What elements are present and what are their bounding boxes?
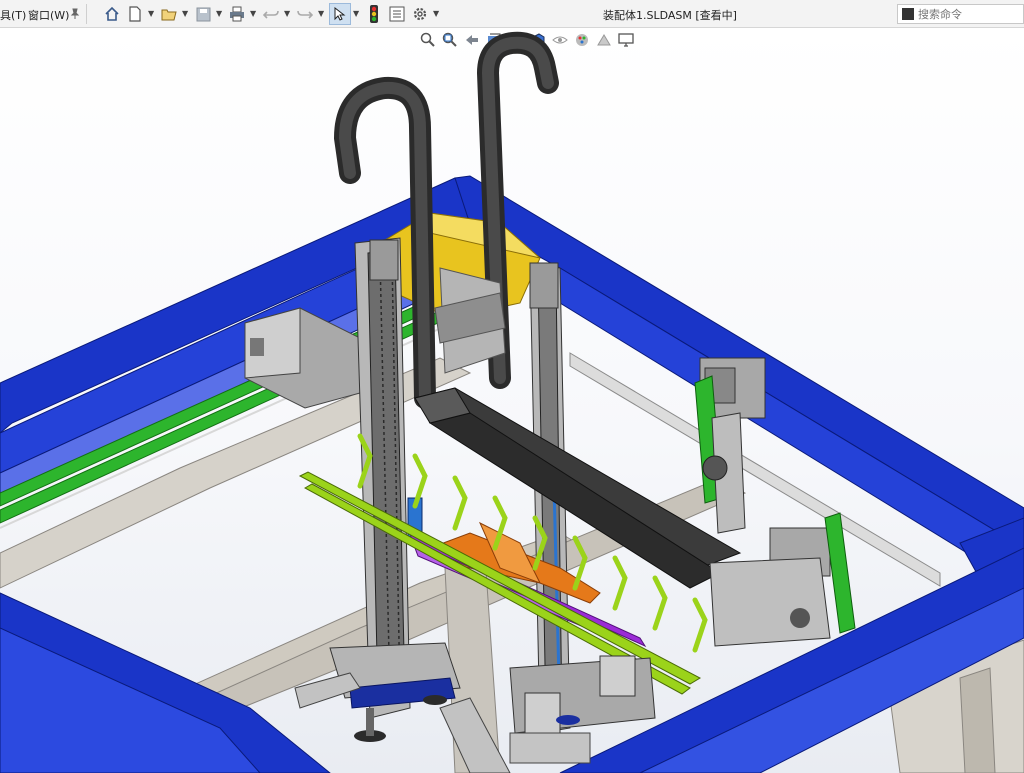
chevron-down-icon[interactable]: ▼ xyxy=(216,9,222,18)
graphics-viewport[interactable] xyxy=(0,28,1024,773)
print-icon[interactable] xyxy=(226,3,248,25)
open-file-icon[interactable] xyxy=(158,3,180,25)
title-bar: 具(T) 窗口(W) ▼ ▼ ▼ ▼ ▼ ▼ ▼ ▼ 装配体1.SLDASM [… xyxy=(0,0,1024,28)
options-gear-icon[interactable] xyxy=(409,3,431,25)
chevron-down-icon[interactable]: ▼ xyxy=(250,9,256,18)
document-title: 装配体1.SLDASM [查看中] xyxy=(603,9,737,22)
redo-icon[interactable] xyxy=(294,3,316,25)
command-prompt-icon xyxy=(902,8,914,20)
search-box[interactable] xyxy=(897,4,1024,24)
new-document-icon[interactable] xyxy=(124,3,146,25)
pin-icon[interactable] xyxy=(64,3,86,25)
menu-tools[interactable]: 具(T) xyxy=(0,7,26,23)
rebuild-traffic-light-icon[interactable] xyxy=(363,3,385,25)
gripper-assembly-left xyxy=(329,642,461,742)
chevron-down-icon[interactable]: ▼ xyxy=(318,9,324,18)
chevron-down-icon[interactable]: ▼ xyxy=(182,9,188,18)
belt-drive-lower-right xyxy=(709,512,856,647)
chevron-down-icon[interactable]: ▼ xyxy=(353,9,359,18)
file-properties-icon[interactable] xyxy=(386,3,408,25)
undo-icon[interactable] xyxy=(260,3,282,25)
chevron-down-icon[interactable]: ▼ xyxy=(148,9,154,18)
chevron-down-icon[interactable]: ▼ xyxy=(284,9,290,18)
chevron-down-icon[interactable]: ▼ xyxy=(433,9,439,18)
toolbar-separator xyxy=(86,4,87,24)
search-input[interactable] xyxy=(918,6,1022,22)
select-pointer-icon[interactable] xyxy=(329,3,351,25)
save-icon[interactable] xyxy=(192,3,214,25)
home-icon[interactable] xyxy=(101,3,123,25)
assembly-model-graphic[interactable] xyxy=(0,28,1024,773)
